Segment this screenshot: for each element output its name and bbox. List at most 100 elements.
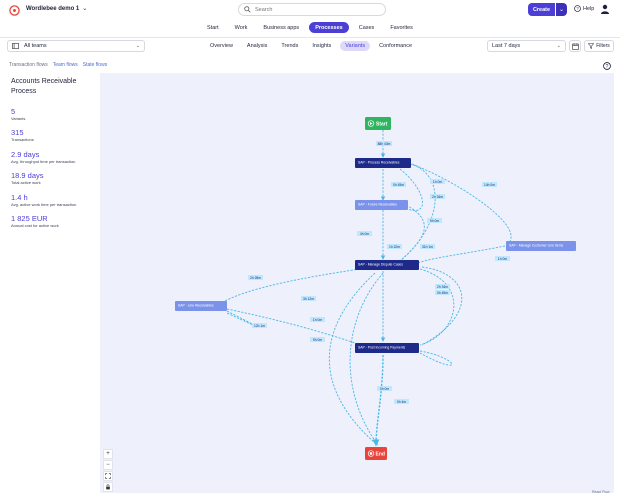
lock-icon[interactable] xyxy=(103,482,113,492)
nav-tab-business-apps[interactable]: Business apps xyxy=(257,22,305,33)
team-select[interactable]: All teams ⌄ xyxy=(7,40,145,52)
nav-tab-cases[interactable]: Cases xyxy=(353,22,381,33)
team-icon xyxy=(12,43,19,49)
nav-tab-work[interactable]: Work xyxy=(229,22,254,33)
stat-label: Transactions xyxy=(11,137,34,142)
flow-edge[interactable] xyxy=(372,354,384,447)
svg-text:?: ? xyxy=(606,64,609,70)
svg-text:SAP - Process Receivables: SAP - Process Receivables xyxy=(358,161,400,165)
subnav-overview[interactable]: Overview xyxy=(205,41,238,51)
chevron-down-icon: ⌄ xyxy=(135,43,140,49)
zoom-controls: + − xyxy=(103,449,113,492)
filters-button[interactable]: Filters xyxy=(584,40,614,52)
subnav-analysis[interactable]: Analysis xyxy=(242,41,272,51)
stat-label: Variants xyxy=(11,116,26,121)
svg-text:?: ? xyxy=(576,6,579,11)
edge-label: 0h 45m xyxy=(391,182,406,187)
subnav-conformance[interactable]: Conformance xyxy=(374,41,417,51)
svg-text:14h 0m: 14h 0m xyxy=(484,183,495,187)
subnav-variants[interactable]: Variants xyxy=(340,41,371,51)
edge-label: 0h 4m xyxy=(394,399,409,404)
date-range-select[interactable]: Last 7 days ⌄ xyxy=(487,40,566,52)
edge-label: 1h 22m xyxy=(387,244,402,249)
svg-text:1h 0m: 1h 0m xyxy=(433,180,442,184)
logo-icon[interactable] xyxy=(9,5,20,16)
attribution[interactable]: React Flow xyxy=(592,490,610,494)
flow-edge[interactable] xyxy=(411,163,512,242)
tab-transaction-flows[interactable]: Transaction flows xyxy=(9,62,48,68)
process-flow-canvas[interactable]: 88h 43m 0h 45m 1h 0m 14h 0m 2h 34m 9h 0m… xyxy=(100,73,614,493)
search-icon xyxy=(244,6,251,13)
workspace-switcher[interactable]: Wordlebee demo 1 ⌄ xyxy=(26,5,87,13)
zoom-in-icon[interactable]: + xyxy=(103,449,113,459)
nav-tab-favorites[interactable]: Favorites xyxy=(384,22,419,33)
process-sub-navigation: Overview Analysis Trends Insights Varian… xyxy=(205,41,417,51)
zoom-out-icon[interactable]: − xyxy=(103,460,113,470)
stat-label: Annual cost for active work xyxy=(11,223,59,228)
fit-view-icon[interactable] xyxy=(103,471,113,481)
stat-active-work-time: 1.4 h Avg. active work time per transact… xyxy=(11,193,76,208)
edge-label: 3h 12m xyxy=(301,296,316,301)
chevron-down-icon: ⌄ xyxy=(556,43,561,49)
flow-edge[interactable] xyxy=(226,310,256,327)
chevron-down-icon: ⌄ xyxy=(558,7,565,13)
flow-type-tabs: Transaction flows Team flows State flows xyxy=(9,62,107,68)
edge-label: 9h 0m xyxy=(310,337,325,342)
calendar-button[interactable] xyxy=(569,40,581,52)
flow-edge[interactable] xyxy=(224,268,361,302)
flow-edge[interactable] xyxy=(419,350,453,366)
end-node[interactable]: End xyxy=(365,447,387,460)
process-flow-graph[interactable]: 88h 43m 0h 45m 1h 0m 14h 0m 2h 34m 9h 0m… xyxy=(100,73,614,493)
stat-variants: 5 Variants xyxy=(11,107,25,122)
edge-label: 0h 45m xyxy=(435,290,450,295)
edge-label: 2h 34m xyxy=(435,284,450,289)
svg-text:1h 0m: 1h 0m xyxy=(498,257,507,261)
nav-tab-start[interactable]: Start xyxy=(201,22,225,33)
flow-edge[interactable] xyxy=(328,272,376,444)
filter-icon xyxy=(588,43,595,49)
subnav-trends[interactable]: Trends xyxy=(276,41,303,51)
help-icon: ? xyxy=(574,5,581,12)
subnav-insights[interactable]: Insights xyxy=(307,41,336,51)
user-icon[interactable] xyxy=(600,4,610,14)
top-bar: Wordlebee demo 1 ⌄ Create ⌄ ? Help xyxy=(0,0,620,20)
edge-label: 2h 34m xyxy=(430,194,445,199)
flow-edge[interactable] xyxy=(349,272,384,446)
end-label: End xyxy=(376,451,385,457)
svg-text:1h 22m: 1h 22m xyxy=(389,245,400,249)
activity-node[interactable]: SAP - Post Incoming Payments xyxy=(355,343,419,353)
help-button[interactable]: ? Help xyxy=(574,5,594,12)
calendar-icon xyxy=(571,42,579,50)
nav-divider xyxy=(0,37,620,38)
create-button[interactable]: Create xyxy=(528,3,555,16)
question-icon[interactable]: ? xyxy=(603,62,611,70)
create-dropdown-button[interactable]: ⌄ xyxy=(556,3,567,16)
flow-edge[interactable] xyxy=(399,204,425,262)
edge-label: 31h 1m xyxy=(420,244,435,249)
stat-value: 1 825 EUR xyxy=(11,214,48,223)
stat-value: 5 xyxy=(11,107,16,116)
stat-value: 315 xyxy=(11,128,24,137)
help-label: Help xyxy=(583,5,595,12)
stat-total-active-work: 18.9 days Total active work xyxy=(11,171,44,186)
tab-state-flows[interactable]: State flows xyxy=(83,62,107,68)
flow-edge[interactable] xyxy=(419,268,455,346)
activity-node[interactable]: SAP - Future Receivables xyxy=(355,200,408,210)
stat-value: 1.4 h xyxy=(11,193,28,202)
svg-text:1h 0m: 1h 0m xyxy=(313,318,322,322)
svg-text:SAP - Line Receivables: SAP - Line Receivables xyxy=(178,304,214,308)
tab-team-flows[interactable]: Team flows xyxy=(53,62,78,68)
search-input[interactable] xyxy=(255,6,375,13)
nav-tab-processes[interactable]: Processes xyxy=(309,22,349,33)
activity-node[interactable]: SAP - Manage Dispute Cases xyxy=(355,260,419,270)
activity-node[interactable]: SAP - Manage Customer Line Items xyxy=(506,241,576,251)
activity-node[interactable]: SAP - Line Receivables xyxy=(175,301,227,311)
activity-node[interactable]: SAP - Process Receivables xyxy=(355,158,411,168)
stat-label: Avg. active work time per transaction xyxy=(11,202,77,207)
svg-text:31h 1m: 31h 1m xyxy=(422,245,433,249)
stat-annual-cost: 1 825 EUR Annual cost for active work xyxy=(11,214,59,229)
start-node[interactable]: Start xyxy=(365,117,391,130)
search-bar[interactable] xyxy=(238,3,386,16)
process-title: Accounts Receivable Process xyxy=(11,78,77,95)
flow-edge[interactable] xyxy=(421,266,463,346)
